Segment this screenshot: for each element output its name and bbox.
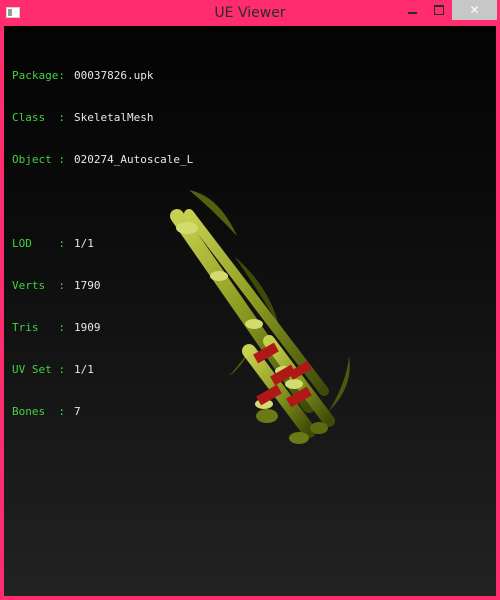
stalk-end [310,422,328,434]
info-label: Package: [12,69,65,82]
minimize-icon [408,12,417,14]
info-value: 7 [74,405,81,418]
stalk-end [289,432,309,444]
info-label: UV Set : [12,363,65,376]
maximize-button[interactable] [426,0,452,20]
info-value: 1909 [74,321,101,334]
info-row-class: Class : SkeletalMesh [12,111,193,125]
info-value: 1/1 [74,363,94,376]
leaf-shape [329,356,350,411]
minimize-button[interactable] [400,0,426,20]
title-bar[interactable]: UE Viewer ✕ [0,0,500,26]
info-label: LOD : [12,237,65,250]
info-label: Tris : [12,321,65,334]
bamboo-node [285,379,303,389]
info-value: 1/1 [74,237,94,250]
info-label: Bones : [12,405,65,418]
info-value: 1790 [74,279,101,292]
maximize-icon [434,5,444,15]
info-label: Object : [12,153,65,166]
stalk-end [256,409,278,423]
info-value: 020274_Autoscale_L [74,153,194,166]
close-button[interactable]: ✕ [452,0,497,20]
info-value: 00037826.upk [74,69,154,82]
bamboo-node [210,271,228,281]
app-window: UE Viewer ✕ Package: 00037826.upk Class :… [0,0,500,600]
info-row-object: Object : 020274_Autoscale_L [12,153,193,167]
info-label: Class : [12,111,65,124]
bamboo-node [176,222,198,234]
info-label: Verts : [12,279,65,292]
skeletal-mesh-render [170,190,350,444]
info-value: SkeletalMesh [74,111,154,124]
info-row-package: Package: 00037826.upk [12,69,193,83]
bamboo-node [245,319,263,329]
3d-viewport[interactable]: Package: 00037826.upk Class : SkeletalMesh… [4,26,496,596]
